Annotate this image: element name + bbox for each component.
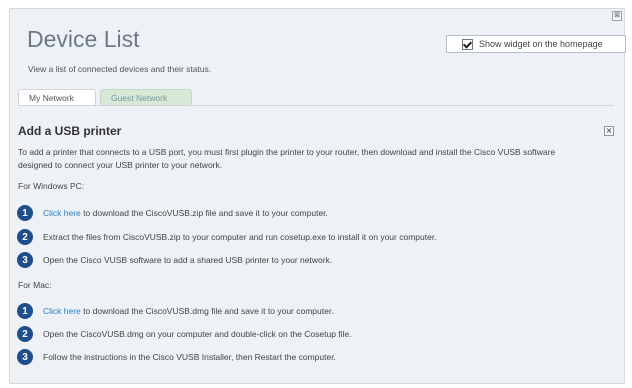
step-number-badge: 3	[17, 252, 33, 268]
close-widget-icon[interactable]: ⊠	[612, 11, 622, 21]
step-text: Click here to download the CiscoVUSB.zip…	[43, 208, 328, 218]
usb-printer-section: Add a USB printer To add a printer that …	[17, 106, 614, 376]
mac-step-3: 3 Follow the instructions in the Cisco V…	[17, 348, 336, 366]
step-number-badge: 2	[17, 326, 33, 342]
step-text: Click here to download the CiscoVUSB.dmg…	[43, 306, 334, 316]
show-widget-toggle[interactable]: Show widget on the homepage	[446, 35, 626, 53]
windows-step-2: 2 Extract the files from CiscoVUSB.zip t…	[17, 228, 437, 246]
step-number-badge: 3	[17, 349, 33, 365]
page-subtitle: View a list of connected devices and the…	[28, 64, 212, 74]
section-close-icon[interactable]	[604, 126, 614, 136]
click-here-link[interactable]: Click here	[43, 306, 81, 316]
tab-guest-network[interactable]: Guest Network	[100, 89, 192, 106]
step-number-badge: 1	[17, 205, 33, 221]
mac-step-1: 1 Click here to download the CiscoVUSB.d…	[17, 302, 334, 320]
mac-step-2: 2 Open the CiscoVUSB.dmg on your compute…	[17, 325, 352, 343]
step-number-badge: 1	[17, 303, 33, 319]
section-description: To add a printer that connects to a USB …	[18, 147, 556, 170]
windows-label: For Windows PC:	[18, 181, 85, 191]
show-widget-label: Show widget on the homepage	[479, 39, 603, 49]
step-number-badge: 2	[17, 229, 33, 245]
windows-step-1: 1 Click here to download the CiscoVUSB.z…	[17, 204, 328, 222]
mac-label: For Mac:	[18, 280, 52, 290]
step-text: Open the CiscoVUSB.dmg on your computer …	[43, 329, 352, 339]
network-tabs: My Network Guest Network	[18, 89, 614, 106]
section-title: Add a USB printer	[18, 124, 122, 138]
step-text: Open the Cisco VUSB software to add a sh…	[43, 255, 333, 265]
show-widget-checkbox[interactable]	[462, 38, 473, 50]
step-text: Extract the files from CiscoVUSB.zip to …	[43, 232, 437, 242]
tab-my-network[interactable]: My Network	[18, 89, 96, 106]
page-title: Device List	[27, 26, 140, 52]
windows-step-3: 3 Open the Cisco VUSB software to add a …	[17, 251, 333, 269]
step-text: Follow the instructions in the Cisco VUS…	[43, 352, 336, 362]
click-here-link[interactable]: Click here	[43, 208, 81, 218]
